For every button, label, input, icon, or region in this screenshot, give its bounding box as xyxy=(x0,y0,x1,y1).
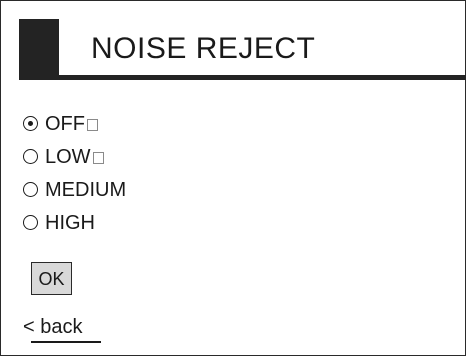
option-high-label: HIGH xyxy=(45,211,95,234)
title-marker-block xyxy=(19,19,59,79)
radio-off[interactable] xyxy=(23,116,38,131)
placeholder-box-icon xyxy=(87,118,98,131)
option-medium[interactable]: MEDIUM xyxy=(23,173,126,206)
radio-medium[interactable] xyxy=(23,182,38,197)
option-low-label: LOW xyxy=(45,145,91,168)
placeholder-box-icon xyxy=(92,151,104,164)
option-high[interactable]: HIGH xyxy=(23,206,126,239)
option-medium-label: MEDIUM xyxy=(45,178,127,201)
option-off-label: OFF xyxy=(45,112,85,135)
option-low[interactable]: LOW xyxy=(23,140,126,173)
radio-high[interactable] xyxy=(23,215,38,230)
radio-selected-dot xyxy=(27,120,33,126)
back-link[interactable]: < back xyxy=(23,315,82,339)
option-off[interactable]: OFF xyxy=(23,107,126,140)
dialog-title: NOISE REJECT xyxy=(91,32,316,65)
noise-reject-options: OFF LOW MEDIUM HIGH xyxy=(23,107,126,239)
radio-low[interactable] xyxy=(23,149,38,164)
back-link-underline xyxy=(31,341,101,343)
title-underline xyxy=(19,75,466,80)
noise-reject-dialog: NOISE REJECT OFF LOW MEDIUM HIGH OK < ba… xyxy=(0,0,466,356)
ok-button[interactable]: OK xyxy=(31,262,72,295)
